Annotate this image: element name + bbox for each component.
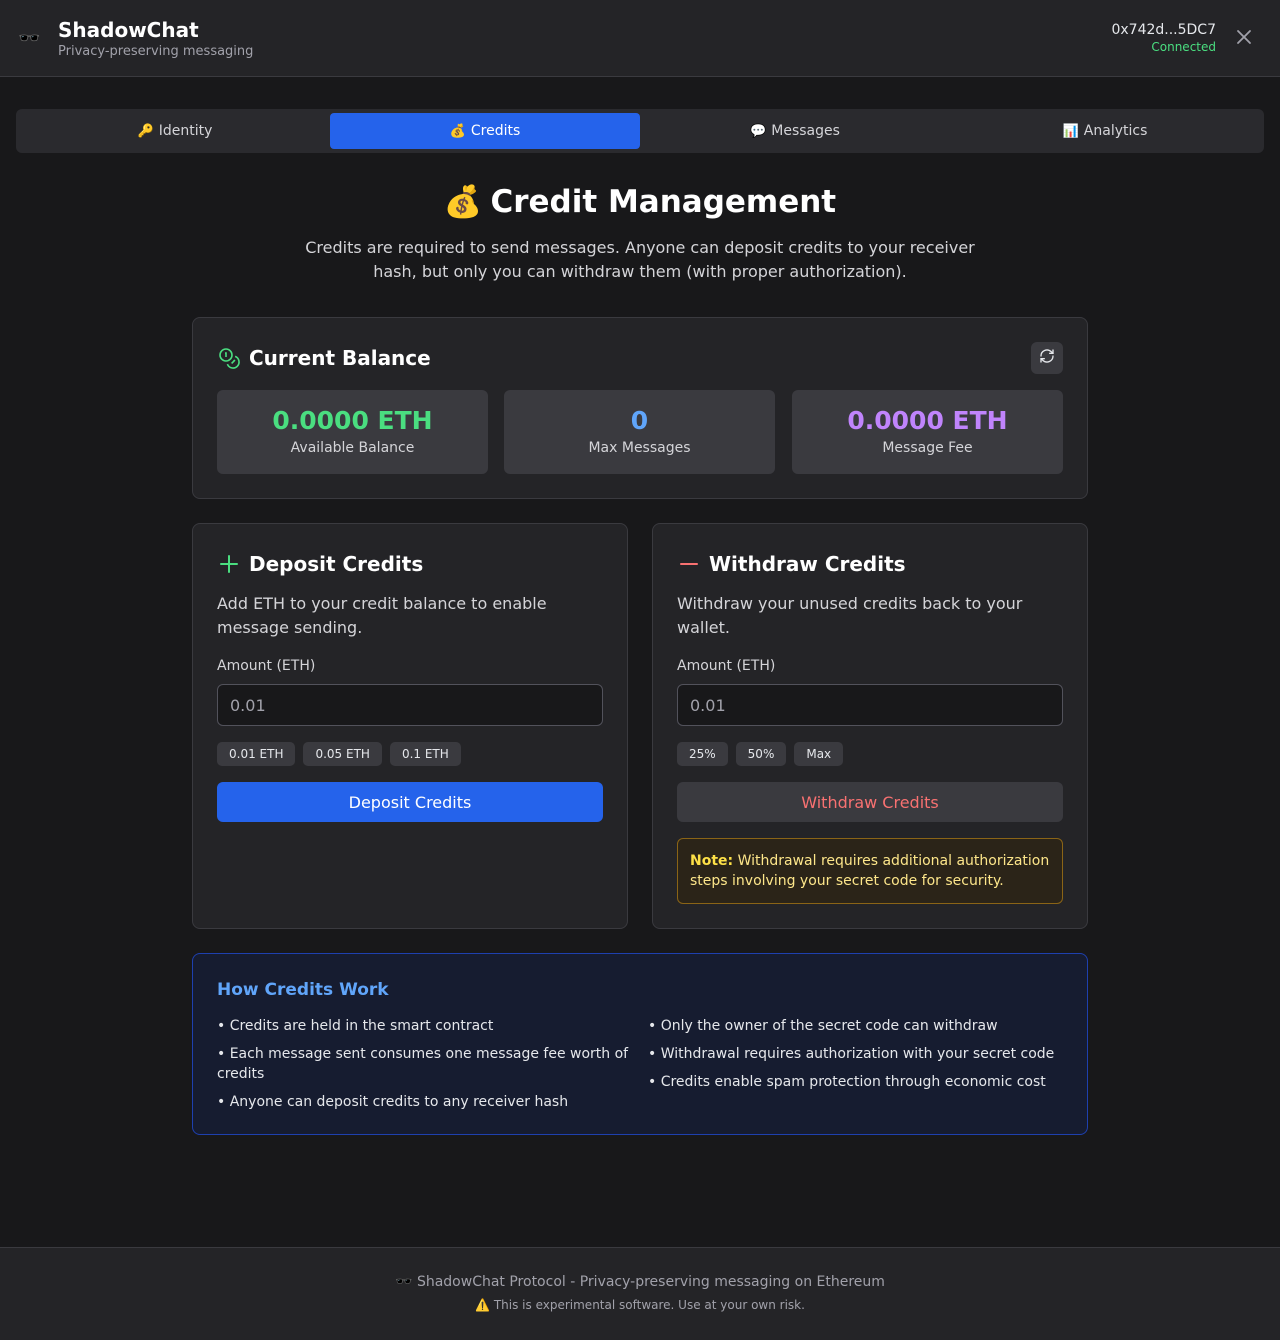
tab-label: Identity (158, 123, 213, 139)
brand: ShadowChat Privacy-preserving messaging (58, 18, 253, 59)
page-description: Credits are required to send messages. A… (305, 238, 975, 281)
warning-icon: ⚠️ (475, 1298, 491, 1312)
withdraw-preset-button[interactable]: Max (794, 742, 844, 766)
deposit-card: Deposit Credits Add ETH to your credit b… (192, 523, 628, 929)
withdraw-credits-button[interactable]: Withdraw Credits (677, 782, 1063, 822)
tab-bar: 🔑 Identity 💰 Credits 💬 Messages 📊 Analyt… (16, 109, 1264, 153)
minus-icon (677, 552, 701, 576)
withdraw-preset-button[interactable]: 25% (677, 742, 728, 766)
deposit-amount-input[interactable] (217, 684, 603, 726)
tab-label: Credits (470, 123, 521, 139)
deposit-amount-label: Amount (ETH) (217, 658, 316, 674)
info-title: How Credits Work (217, 980, 389, 1000)
tab-label: Analytics (1083, 123, 1148, 139)
withdraw-title-text: Withdraw Credits (709, 552, 906, 576)
footer-warning-text: This is experimental software. Use at yo… (493, 1298, 805, 1312)
withdraw-note: Note: Withdrawal requires additional aut… (677, 838, 1063, 904)
withdraw-card-title: Withdraw Credits (677, 552, 906, 576)
withdraw-presets: 25% 50% Max (677, 742, 844, 766)
stat-message-fee: 0.0000 ETH Message Fee (792, 390, 1063, 474)
list-item: • Credits enable spam protection through… (648, 1074, 1046, 1090)
deposit-preset-button[interactable]: 0.1 ETH (389, 742, 461, 766)
balance-card: Current Balance 0.0000 ETH Available Bal… (192, 317, 1088, 499)
stat-value: 0 (630, 406, 649, 435)
stat-label: Message Fee (882, 440, 973, 456)
info-list-right: • Only the owner of the secret code can … (648, 1016, 1064, 1100)
deposit-title-text: Deposit Credits (249, 552, 424, 576)
sunglasses-logo-icon: 🕶️ (18, 27, 41, 49)
tab-credits[interactable]: 💰 Credits (330, 113, 640, 149)
deposit-preset-button[interactable]: 0.05 ETH (303, 742, 382, 766)
app-header: 🕶️ ShadowChat Privacy-preserving messagi… (0, 0, 1280, 77)
page-footer: 🕶️ ShadowChat Protocol - Privacy-preserv… (0, 1247, 1280, 1340)
stat-max-messages: 0 Max Messages (504, 390, 775, 474)
stat-label: Available Balance (290, 440, 415, 456)
how-credits-work-card: How Credits Work • Credits are held in t… (192, 953, 1088, 1135)
money-bag-icon: 💰 (449, 123, 466, 139)
info-list-left: • Credits are held in the smart contract… (217, 1016, 633, 1120)
list-item: • Each message sent consumes one message… (217, 1046, 629, 1082)
balance-title-text: Current Balance (249, 346, 431, 370)
app-tagline: Privacy-preserving messaging (58, 43, 254, 59)
page-title-text: Credit Management (490, 184, 837, 220)
footer-warning: ⚠️ This is experimental software. Use at… (0, 1298, 1280, 1312)
note-text: Withdrawal requires additional authoriza… (690, 853, 1050, 889)
tab-analytics[interactable]: 📊 Analytics (950, 113, 1260, 149)
list-item: • Anyone can deposit credits to any rece… (217, 1094, 569, 1110)
withdraw-description: Withdraw your unused credits back to you… (677, 594, 1023, 637)
stat-value: 0.0000 ETH (847, 406, 1008, 435)
list-item: • Credits are held in the smart contract (217, 1018, 494, 1034)
withdraw-card: Withdraw Credits Withdraw your unused cr… (652, 523, 1088, 929)
list-item: • Only the owner of the secret code can … (648, 1018, 998, 1034)
deposit-description: Add ETH to your credit balance to enable… (217, 594, 547, 637)
footer-protocol: 🕶️ ShadowChat Protocol - Privacy-preserv… (0, 1274, 1280, 1290)
tab-label: Messages (771, 123, 840, 139)
stat-value: 0.0000 ETH (272, 406, 433, 435)
app-name: ShadowChat (58, 17, 199, 42)
wallet-info: 0x742d...5DC7 Connected (1111, 21, 1216, 54)
withdraw-preset-button[interactable]: 50% (735, 742, 787, 766)
refresh-button[interactable] (1031, 342, 1063, 374)
deposit-credits-button[interactable]: Deposit Credits (217, 782, 603, 822)
footer-protocol-text: ShadowChat Protocol - Privacy-preserving… (416, 1274, 885, 1290)
key-icon: 🔑 (137, 123, 154, 139)
deposit-card-title: Deposit Credits (217, 552, 423, 576)
list-item: • Withdrawal requires authorization with… (648, 1046, 1055, 1062)
close-icon[interactable] (1234, 27, 1254, 47)
balance-card-title: Current Balance (217, 346, 431, 370)
speech-bubble-icon: 💬 (750, 123, 767, 139)
wallet-address: 0x742d...5DC7 (1111, 22, 1216, 38)
stat-label: Max Messages (588, 440, 691, 456)
page-title: 💰 Credit Management (0, 183, 1280, 220)
refresh-icon (1039, 348, 1055, 368)
tab-messages[interactable]: 💬 Messages (640, 113, 950, 149)
deposit-presets: 0.01 ETH 0.05 ETH 0.1 ETH (217, 742, 461, 766)
withdraw-amount-label: Amount (ETH) (677, 658, 776, 674)
stat-available-balance: 0.0000 ETH Available Balance (217, 390, 488, 474)
bar-chart-icon: 📊 (1062, 123, 1079, 139)
sunglasses-icon: 🕶️ (395, 1274, 413, 1290)
withdraw-amount-input[interactable] (677, 684, 1063, 726)
note-label: Note: (690, 853, 734, 869)
coins-icon (217, 346, 241, 370)
plus-icon (217, 552, 241, 576)
wallet-status: Connected (1151, 40, 1216, 54)
tab-identity[interactable]: 🔑 Identity (20, 113, 330, 149)
money-bag-icon: 💰 (443, 184, 483, 220)
deposit-preset-button[interactable]: 0.01 ETH (217, 742, 296, 766)
